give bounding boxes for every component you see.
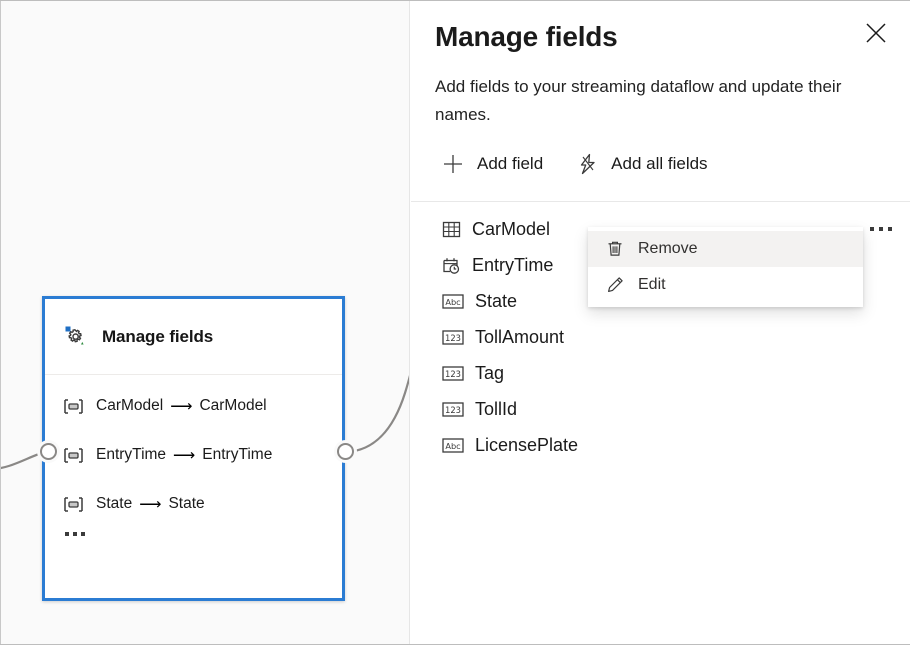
lightning-bolt-icon <box>575 152 599 176</box>
panel-toolbar: Add field Add all fields <box>433 143 910 185</box>
node-mapping-row[interactable]: CarModel ⟶ CarModel <box>64 391 342 421</box>
field-row-tollamount[interactable]: 123 TollAmount <box>442 319 910 355</box>
context-menu-item-edit[interactable]: Edit <box>588 267 863 303</box>
mapping-source: State <box>96 495 132 513</box>
field-row-licenseplate[interactable]: Abc LicensePlate <box>442 427 910 463</box>
ellipsis-dot <box>65 532 69 536</box>
abc-icon: Abc <box>442 293 464 310</box>
123-icon: 123 <box>442 329 464 346</box>
field-row-overflow-button[interactable] <box>870 211 892 247</box>
field-context-menu[interactable]: Remove Edit <box>588 227 863 307</box>
node-overflow-ellipsis-button[interactable] <box>65 532 342 536</box>
close-icon <box>865 22 887 44</box>
svg-text:123: 123 <box>445 369 461 379</box>
abc-icon: Abc <box>442 437 464 454</box>
close-button[interactable] <box>858 15 894 51</box>
context-menu-label: Edit <box>638 276 666 294</box>
node-mapping-row[interactable]: State ⟶ State <box>64 489 342 519</box>
mapping-source: CarModel <box>96 397 163 415</box>
add-field-label: Add field <box>477 154 543 174</box>
mapping-arrow-icon: ⟶ <box>139 495 161 514</box>
field-name: EntryTime <box>472 255 553 276</box>
field-name: Tag <box>475 363 504 384</box>
mapping-target: EntryTime <box>202 446 272 464</box>
mapping-source: EntryTime <box>96 446 166 464</box>
mapping-arrow-icon: ⟶ <box>170 397 192 416</box>
add-field-button[interactable]: Add field <box>433 144 555 184</box>
trash-icon <box>606 240 624 258</box>
page-title: Manage fields <box>435 17 886 57</box>
dataflow-canvas[interactable]: Manage fields CarModel ⟶ CarModel <box>0 1 410 644</box>
123-icon: 123 <box>442 401 464 418</box>
svg-text:123: 123 <box>445 333 461 343</box>
add-all-fields-label: Add all fields <box>611 154 707 174</box>
123-icon: 123 <box>442 365 464 382</box>
ellipsis-dot <box>81 532 85 536</box>
svg-text:Abc: Abc <box>445 441 460 451</box>
ellipsis-dot <box>870 227 874 231</box>
field-textbox-icon <box>64 399 83 414</box>
add-all-fields-button[interactable]: Add all fields <box>567 144 719 184</box>
ellipsis-dot <box>888 227 892 231</box>
field-row-tag[interactable]: 123 Tag <box>442 355 910 391</box>
mapping-arrow-icon: ⟶ <box>173 446 195 465</box>
context-menu-item-remove[interactable]: Remove <box>588 231 863 267</box>
context-menu-label: Remove <box>638 240 698 258</box>
node-header: Manage fields <box>45 299 342 375</box>
mapping-target: State <box>168 495 204 513</box>
node-output-port[interactable] <box>337 443 354 460</box>
field-row-tollid[interactable]: 123 TollId <box>442 391 910 427</box>
field-name: LicensePlate <box>475 435 578 456</box>
field-textbox-icon <box>64 497 83 512</box>
svg-text:Abc: Abc <box>445 297 460 307</box>
toolbar-divider <box>411 201 910 202</box>
node-body: CarModel ⟶ CarModel EntryTime ⟶ EntryTim… <box>45 375 342 536</box>
table-icon <box>442 220 461 239</box>
manage-fields-gear-icon <box>64 325 88 349</box>
app-root: Manage fields CarModel ⟶ CarModel <box>0 0 910 645</box>
canvas-node-manage-fields[interactable]: Manage fields CarModel ⟶ CarModel <box>42 296 345 601</box>
panel-description: Add fields to your streaming dataflow an… <box>435 73 886 129</box>
datetime-icon <box>442 256 461 275</box>
ellipsis-dot <box>879 227 883 231</box>
field-name: TollAmount <box>475 327 564 348</box>
node-title: Manage fields <box>102 327 213 347</box>
svg-text:123: 123 <box>445 405 461 415</box>
panel-header: Manage fields <box>411 1 910 57</box>
field-name: TollId <box>475 399 517 420</box>
ellipsis-dot <box>73 532 77 536</box>
pencil-icon <box>606 276 624 294</box>
plus-icon <box>441 152 465 176</box>
field-name: State <box>475 291 517 312</box>
field-name: CarModel <box>472 219 550 240</box>
node-input-port[interactable] <box>40 443 57 460</box>
mapping-target: CarModel <box>199 397 266 415</box>
manage-fields-panel: Manage fields Add fields to your streami… <box>411 1 910 644</box>
node-mapping-row[interactable]: EntryTime ⟶ EntryTime <box>64 440 342 470</box>
field-textbox-icon <box>64 448 83 463</box>
